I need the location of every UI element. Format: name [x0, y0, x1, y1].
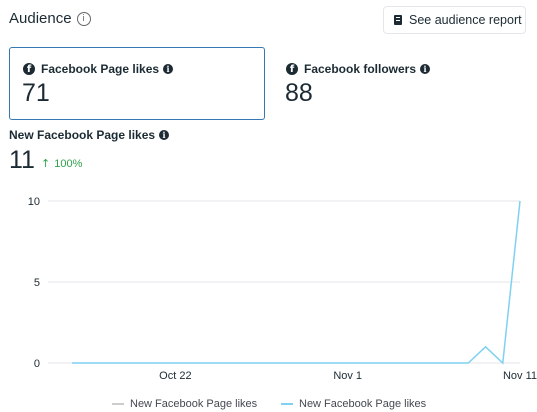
info-icon[interactable]: i [163, 64, 174, 74]
info-icon[interactable]: i [420, 64, 431, 74]
new-page-likes-title: New Facebook Page likes i [9, 128, 170, 142]
arrow-up-icon: ↑ [41, 157, 51, 170]
y-tick-label: 10 [28, 196, 40, 208]
x-tick-label: Nov 11 [503, 370, 537, 382]
y-tick-label: 0 [34, 358, 40, 370]
change-percent: 100% [54, 157, 83, 170]
page-title: Audience [9, 10, 72, 27]
audience-header: Audience i [9, 10, 91, 27]
x-tick-label: Nov 1 [333, 370, 362, 382]
line-chart: 0 5 10 Oct 22 Nov 1 Nov 11 [28, 196, 537, 382]
metric-label-followers: Facebook followers [304, 62, 417, 76]
x-tick-label: Oct 22 [159, 370, 191, 382]
metric-card-page-likes[interactable]: f Facebook Page likes i 71 [9, 47, 265, 120]
legend-swatch [112, 403, 124, 405]
y-tick-label: 5 [34, 277, 40, 289]
metric-value-followers: 88 [285, 79, 313, 107]
legend-swatch [281, 403, 293, 405]
legend-label: New Facebook Page likes [299, 398, 427, 410]
facebook-icon: f [23, 63, 35, 75]
legend-item[interactable]: New Facebook Page likes [112, 398, 257, 410]
legend-label: New Facebook Page likes [130, 398, 258, 410]
see-audience-report-label: See audience report [409, 13, 522, 27]
facebook-icon: f [286, 63, 298, 75]
see-audience-report-button[interactable]: See audience report [383, 6, 526, 34]
legend-item[interactable]: New Facebook Page likes [281, 398, 426, 410]
metric-card-followers[interactable]: f Facebook followers i 88 [272, 47, 528, 120]
info-circle-outline-icon[interactable]: i [76, 11, 91, 26]
metric-value-page-likes: 71 [22, 79, 50, 107]
chart-legend: New Facebook Page likes New Facebook Page… [0, 398, 537, 412]
new-page-likes-label: New Facebook Page likes [9, 128, 156, 142]
new-page-likes-value: 11 [9, 146, 35, 174]
change-indicator: ↑ 100% [41, 157, 82, 170]
info-icon[interactable]: i [159, 130, 170, 140]
metric-label-page-likes: Facebook Page likes [41, 62, 160, 76]
book-icon [394, 15, 402, 25]
